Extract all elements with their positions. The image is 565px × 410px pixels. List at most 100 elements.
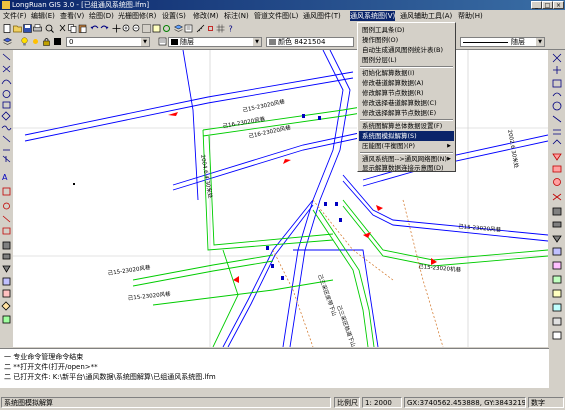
menu-file[interactable]: 文件(F) — [3, 11, 27, 21]
command-line: 二 已打开文件: K:\新平台\通风数据\系统图解算\已组通风系统图.lfm — [4, 373, 216, 381]
command-window[interactable]: 一 专业命令管理命令结束 二 **打开文件(打开/open>** 二 已打开文件… — [0, 348, 549, 389]
layer-manager-icon[interactable] — [3, 37, 12, 46]
menu-help[interactable]: 帮助(H) — [458, 11, 483, 21]
lock-icon[interactable] — [42, 37, 51, 46]
svg-text:?: ? — [229, 25, 233, 34]
menu-item-modify-airway-data[interactable]: 修改巷道解算数据(A) — [359, 78, 454, 88]
map-label: 己15-23020风巷 — [242, 97, 286, 114]
coordinates-readout: GX:3740562.453888, GY:38432194.835 — [404, 397, 526, 408]
pan-icon[interactable] — [112, 24, 121, 33]
input-mode: 数字 — [528, 397, 564, 408]
standard-toolbar: ? — [0, 22, 565, 35]
zoom-out-icon[interactable] — [132, 24, 141, 33]
linetype-swatch — [171, 39, 178, 45]
left-draw-toolbar: A — [0, 50, 13, 348]
chevron-down-icon[interactable]: ▼ — [253, 38, 261, 46]
menu-draw[interactable]: 绘图(D) — [89, 11, 114, 21]
menu-item-show-connection[interactable]: 显示解算数据连接示意图(D) — [359, 164, 454, 172]
map-label: 己三采区轨道下山 — [335, 304, 358, 347]
grid-icon[interactable] — [216, 24, 225, 33]
map-label: 己15-23020风巷 — [127, 289, 171, 302]
layer-combo[interactable]: 0 ▼ — [66, 37, 150, 47]
ventilation-system-menu: 图例工具条(D) 操作图例(O) 自动生成通风图例统计表(B) 图例分层(L) … — [357, 22, 456, 172]
save-icon[interactable] — [23, 24, 32, 33]
layer-props-icon[interactable] — [158, 37, 167, 46]
window-title: LongRuan GIS 3.0 - [已组通风系统图.lfm] — [12, 1, 150, 9]
menu-ventilation-drawing[interactable]: 通风图件(T) — [303, 11, 341, 21]
menu-item-init-data[interactable]: 初始化解算数据(I) — [359, 68, 454, 78]
menu-view[interactable]: 查看(V) — [60, 11, 84, 21]
menu-item-legend-toolbar[interactable]: 图例工具条(D) — [359, 25, 454, 35]
chevron-down-icon[interactable]: ▼ — [536, 38, 544, 46]
sun-icon[interactable] — [31, 37, 40, 46]
maximize-button[interactable]: □ — [542, 1, 553, 9]
menu-modify[interactable]: 修改(M) — [193, 11, 219, 21]
ventilation-map[interactable]: 己15-23020风巷 己16-23020风巷 己16-23020风巷 2004… — [13, 50, 548, 347]
help-icon[interactable]: ? — [226, 24, 235, 33]
command-line: 一 专业命令管理命令结束 — [4, 353, 84, 361]
snap-icon[interactable] — [206, 24, 215, 33]
line-sample — [463, 41, 508, 43]
menu-item-modify-node-data[interactable]: 修改解算节点数据(R) — [359, 88, 454, 98]
menu-pipe-drawing[interactable]: 管道文件图(L) — [254, 11, 298, 21]
undo-icon[interactable] — [90, 24, 99, 33]
modify-tools-icons[interactable] — [549, 50, 565, 348]
new-file-icon[interactable] — [3, 24, 12, 33]
menu-ventilation-tools[interactable]: 通风辅助工具(A) — [400, 11, 452, 21]
menu-edit[interactable]: 编辑(E) — [31, 11, 55, 21]
menu-item-pressure-chart[interactable]: 压能图(平衡图)(P) ▶ — [359, 141, 454, 151]
menu-bar: 文件(F) 编辑(E) 查看(V) 绘图(D) 光栅图修(R) 设置(S) 修改… — [0, 10, 565, 22]
map-label: 己15-23020风巷 — [107, 263, 151, 277]
right-modify-toolbar — [549, 50, 565, 348]
menu-annotate[interactable]: 标注(N) — [224, 11, 249, 21]
refresh-icon[interactable] — [162, 24, 171, 33]
scale-value: 1: 2000 — [362, 397, 402, 408]
menu-item-modify-selected-node[interactable]: 修改选择解算节点数据(E) — [359, 108, 454, 118]
lightbulb-icon[interactable] — [20, 37, 29, 46]
linetype-combo[interactable]: 随层 ▼ — [168, 37, 262, 47]
command-line: 二 **打开文件(打开/open>** — [4, 363, 98, 371]
app-icon — [2, 1, 10, 9]
minimize-button[interactable]: _ — [531, 1, 542, 9]
properties-icon[interactable] — [184, 24, 193, 33]
scale-label: 比例尺 — [334, 397, 360, 408]
zoom-in-icon[interactable] — [122, 24, 131, 33]
menu-ventilation-system[interactable]: 通风系统图(V) — [350, 11, 396, 21]
map-canvas[interactable]: 己15-23020风巷 己16-23020风巷 己16-23020风巷 2004… — [13, 50, 548, 347]
menu-item-operate-legend[interactable]: 操作图例(O) — [359, 35, 454, 45]
submenu-arrow-icon: ▶ — [447, 156, 451, 162]
color-swatch — [269, 39, 276, 45]
property-toolbar: 0 ▼ 随层 ▼ 颜色 8421504 随层 ▼ — [0, 35, 565, 50]
paste-icon[interactable] — [78, 24, 87, 33]
menu-item-legend-stats[interactable]: 自动生成通风图例统计表(B) — [359, 45, 454, 55]
menu-item-to-network[interactable]: 通风系统图-->通风网络图(N) ▶ — [359, 154, 454, 164]
print-icon[interactable] — [33, 24, 42, 33]
layer-icon[interactable] — [174, 24, 183, 33]
preview-icon[interactable] — [45, 24, 54, 33]
cut-icon[interactable] — [58, 24, 67, 33]
menu-item-global-settings[interactable]: 系统图解算总体数据设置(F) — [359, 121, 454, 131]
horizontal-scrollbar[interactable] — [0, 388, 565, 396]
color-combo[interactable]: 颜色 8421504 — [266, 37, 354, 47]
submenu-arrow-icon: ▶ — [447, 143, 451, 149]
open-file-icon[interactable] — [13, 24, 22, 33]
menu-item-legend-layer[interactable]: 图例分层(L) — [359, 55, 454, 65]
menu-settings[interactable]: 设置(S) — [162, 11, 186, 21]
zoom-window-icon[interactable] — [142, 24, 151, 33]
copy-icon[interactable] — [68, 24, 77, 33]
chevron-down-icon[interactable]: ▼ — [141, 38, 149, 46]
map-label: 2002.6 30米处 — [506, 129, 521, 169]
svg-text:A: A — [2, 173, 8, 182]
close-button[interactable]: × — [553, 1, 564, 9]
redo-icon[interactable] — [100, 24, 109, 33]
measure-icon[interactable] — [196, 24, 205, 33]
color-swatch-icon[interactable] — [53, 37, 62, 46]
menu-item-modify-selected-airway[interactable]: 修改选择巷道解算数据(C) — [359, 98, 454, 108]
draw-tools-icons[interactable]: A — [0, 50, 13, 348]
command-scrollbar[interactable] — [549, 348, 565, 388]
lineweight-combo[interactable]: 随层 ▼ — [460, 37, 545, 47]
menu-raster[interactable]: 光栅图修(R) — [118, 11, 156, 21]
menu-item-simulate-solve[interactable]: 系统图模拟解算(S) — [359, 131, 454, 141]
zoom-all-icon[interactable] — [152, 24, 161, 33]
map-label: 己16-23020风巷 — [248, 123, 292, 140]
